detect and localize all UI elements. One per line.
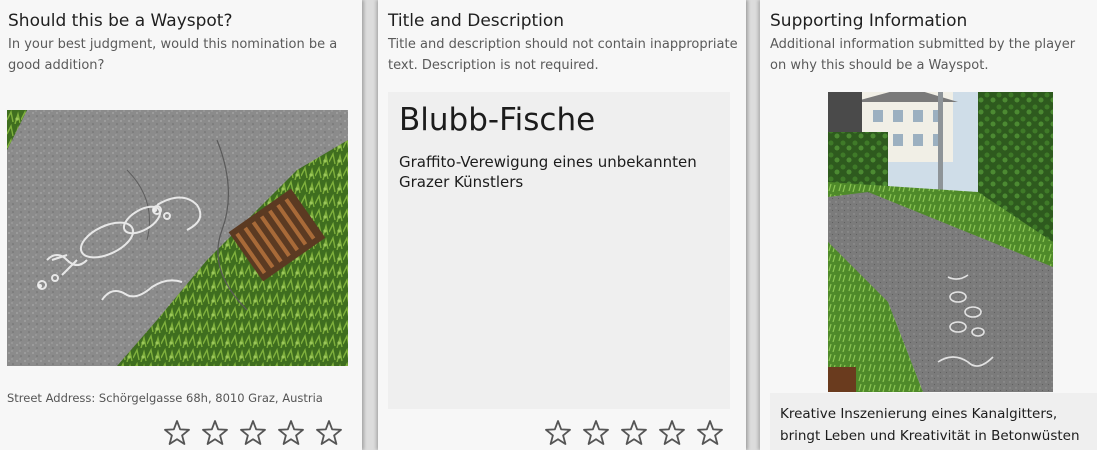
nomination-title: Blubb-Fische: [399, 102, 596, 138]
star-2-icon[interactable]: [583, 419, 609, 447]
star-2-icon[interactable]: [202, 419, 228, 447]
card-title: Supporting Information: [770, 11, 968, 31]
card-title: Should this be a Wayspot?: [8, 11, 233, 31]
supporting-info-box: Kreative Inszenierung eines Kanalgitters…: [770, 393, 1097, 450]
nomination-photo-image: [7, 110, 348, 366]
card-subtitle: In your best judgment, would this nomina…: [8, 37, 338, 73]
eligibility-rating: [164, 419, 342, 450]
star-4-icon[interactable]: [278, 419, 304, 447]
star-1-icon[interactable]: [164, 419, 190, 447]
supporting-photo-image: [828, 92, 1053, 392]
card-subtitle: Additional information submitted by the …: [770, 37, 1076, 73]
eligibility-card: Should this be a Wayspot? In your best j…: [0, 0, 362, 450]
star-1-icon[interactable]: [545, 419, 571, 447]
card-title: Title and Description: [388, 11, 565, 31]
nomination-text-box: Blubb-Fische Graffito-Verewigung eines u…: [388, 92, 730, 409]
star-3-icon[interactable]: [621, 419, 647, 447]
title-description-card: Title and Description Title and descript…: [378, 0, 746, 450]
street-address: Street Address: Schörgelgasse 68h, 8010 …: [7, 391, 323, 405]
nomination-description: Graffito-Verewigung eines unbekannten Gr…: [399, 153, 697, 191]
star-4-icon[interactable]: [659, 419, 685, 447]
star-5-icon[interactable]: [316, 419, 342, 447]
star-3-icon[interactable]: [240, 419, 266, 447]
nomination-photo[interactable]: [7, 110, 348, 366]
star-5-icon[interactable]: [697, 419, 723, 447]
review-cards: Should this be a Wayspot? In your best j…: [0, 0, 1097, 450]
card-subtitle: Title and description should not contain…: [388, 37, 738, 73]
supporting-info-card: Supporting Information Additional inform…: [760, 0, 1097, 450]
supporting-photo[interactable]: [828, 92, 1053, 392]
title-description-rating: [545, 419, 723, 450]
supporting-info-text: Kreative Inszenierung eines Kanalgitters…: [780, 406, 1080, 444]
